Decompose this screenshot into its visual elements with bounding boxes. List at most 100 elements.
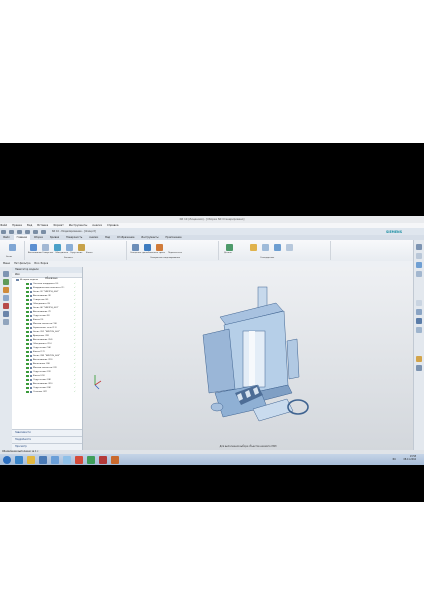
visibility-checkbox[interactable] [26,298,29,302]
menu-item-view[interactable]: Вид [27,224,32,227]
visibility-checkbox[interactable] [26,350,29,354]
start-icon[interactable] [3,455,11,464]
menu-dropdown[interactable]: Меню [3,262,10,265]
fit-icon[interactable] [416,244,422,250]
app-icon[interactable] [51,455,59,464]
visibility-checkbox[interactable] [26,370,29,374]
visibility-checkbox[interactable] [26,310,29,314]
letterbox-top [0,143,424,216]
visibility-checkbox[interactable] [26,314,29,318]
visibility-checkbox[interactable] [26,382,29,386]
assembly-navigator-icon[interactable] [3,271,9,277]
visibility-checkbox[interactable] [26,322,29,326]
part-navigator-icon[interactable] [3,287,9,293]
folder-icon[interactable] [27,455,35,464]
orient-icon[interactable] [416,327,422,333]
media-icon[interactable] [39,455,47,464]
blend-button[interactable] [66,244,73,251]
paste-icon[interactable] [40,229,46,234]
replace-face-button[interactable] [144,244,151,251]
unite-button[interactable] [54,244,61,251]
render-icon[interactable] [286,244,293,251]
menu-item-edit[interactable]: Правка [12,224,22,227]
visibility-checkbox[interactable] [26,366,29,370]
constraint-navigator-icon[interactable] [3,279,9,285]
camera-icon[interactable] [416,365,422,371]
graphics-window[interactable]: Для выполнения выбора объектов нажмите Л… [83,267,413,450]
section-details[interactable]: Подробности [12,436,82,443]
visibility-checkbox[interactable] [26,354,29,358]
visibility-checkbox[interactable] [26,338,29,342]
visibility-checkbox[interactable] [26,318,29,322]
type-filter-select[interactable]: Нет фильтра [14,262,30,265]
chamfer-label: Фаска [86,252,93,254]
menu-item-help[interactable]: Справка [107,224,118,227]
visibility-checkbox[interactable] [26,306,29,310]
offset-face-button[interactable] [132,244,139,251]
wireframe-icon[interactable] [416,309,422,315]
clock-date[interactable]: 08.11.2016 [403,458,416,461]
cut-icon[interactable] [24,229,30,234]
menu-item-tools[interactable]: Инструменты [69,224,88,227]
browser-icon[interactable] [15,455,23,464]
roles-icon[interactable] [3,319,9,325]
light-icon[interactable] [416,356,422,362]
language-indicator[interactable]: RU [393,458,396,461]
visibility-checkbox[interactable] [26,286,29,290]
visibility-checkbox[interactable] [26,326,29,330]
chamfer-button[interactable] [78,244,85,251]
visibility-checkbox[interactable] [26,346,29,350]
extrude-button[interactable] [30,244,37,251]
visibility-checkbox[interactable] [26,294,29,298]
rotate-icon[interactable] [416,262,422,268]
visibility-checkbox[interactable] [26,282,29,286]
visibility-checkbox[interactable] [26,342,29,346]
menu-item-analysis[interactable]: Анализ [92,224,102,227]
sketch-icon[interactable] [9,244,16,251]
menu-item-insert[interactable]: Вставка [37,224,48,227]
gear-reducer-model[interactable] [202,286,309,422]
acad-icon[interactable] [99,455,107,464]
office-icon[interactable] [111,455,119,464]
pan-icon[interactable] [416,271,422,277]
letterbox-bottom [0,465,424,502]
measure-icon[interactable] [274,244,281,251]
visibility-checkbox[interactable] [26,330,29,334]
shaded-icon[interactable] [416,300,422,306]
visibility-checkbox[interactable] [26,390,29,394]
visibility-checkbox[interactable] [26,358,29,362]
visibility-checkbox[interactable] [26,386,29,390]
copy-icon[interactable] [32,229,38,234]
save-icon[interactable] [1,229,6,234]
redo-icon[interactable] [16,229,22,234]
web-browser-icon[interactable] [3,311,9,317]
snap-icon[interactable] [250,244,257,251]
pdf-icon[interactable] [75,455,83,464]
visibility-checkbox[interactable] [26,290,29,294]
reuse-library-icon[interactable] [3,295,9,301]
part-button[interactable] [226,244,233,251]
column-name[interactable]: Имя [15,273,20,276]
model-view[interactable] [83,267,413,450]
layer-icon[interactable] [262,244,269,251]
visibility-checkbox[interactable] [26,374,29,378]
section-view-icon[interactable] [416,318,422,324]
zoom-icon[interactable] [416,253,422,259]
excel-icon[interactable] [87,455,95,464]
tree-row[interactable]: Сечение (27) ✓ [12,390,82,394]
visibility-checkbox[interactable] [26,362,29,366]
hole-button[interactable] [42,244,49,251]
menu-item-file[interactable]: Файл [0,224,7,227]
visibility-checkbox[interactable] [26,378,29,382]
visibility-checkbox[interactable] [26,302,29,306]
section-dependencies[interactable]: Зависимости [12,429,82,436]
feature-icon [29,366,33,370]
visibility-checkbox[interactable] [26,334,29,338]
section-preview[interactable]: Просмотр [12,443,82,450]
history-icon[interactable] [3,303,9,309]
undo-icon[interactable] [8,229,14,234]
nx-taskbar-icon[interactable] [63,455,71,464]
scope-select[interactable]: Вся сборка [34,262,48,265]
move-face-button[interactable] [156,244,163,251]
menu-item-format[interactable]: Формат [53,224,64,227]
